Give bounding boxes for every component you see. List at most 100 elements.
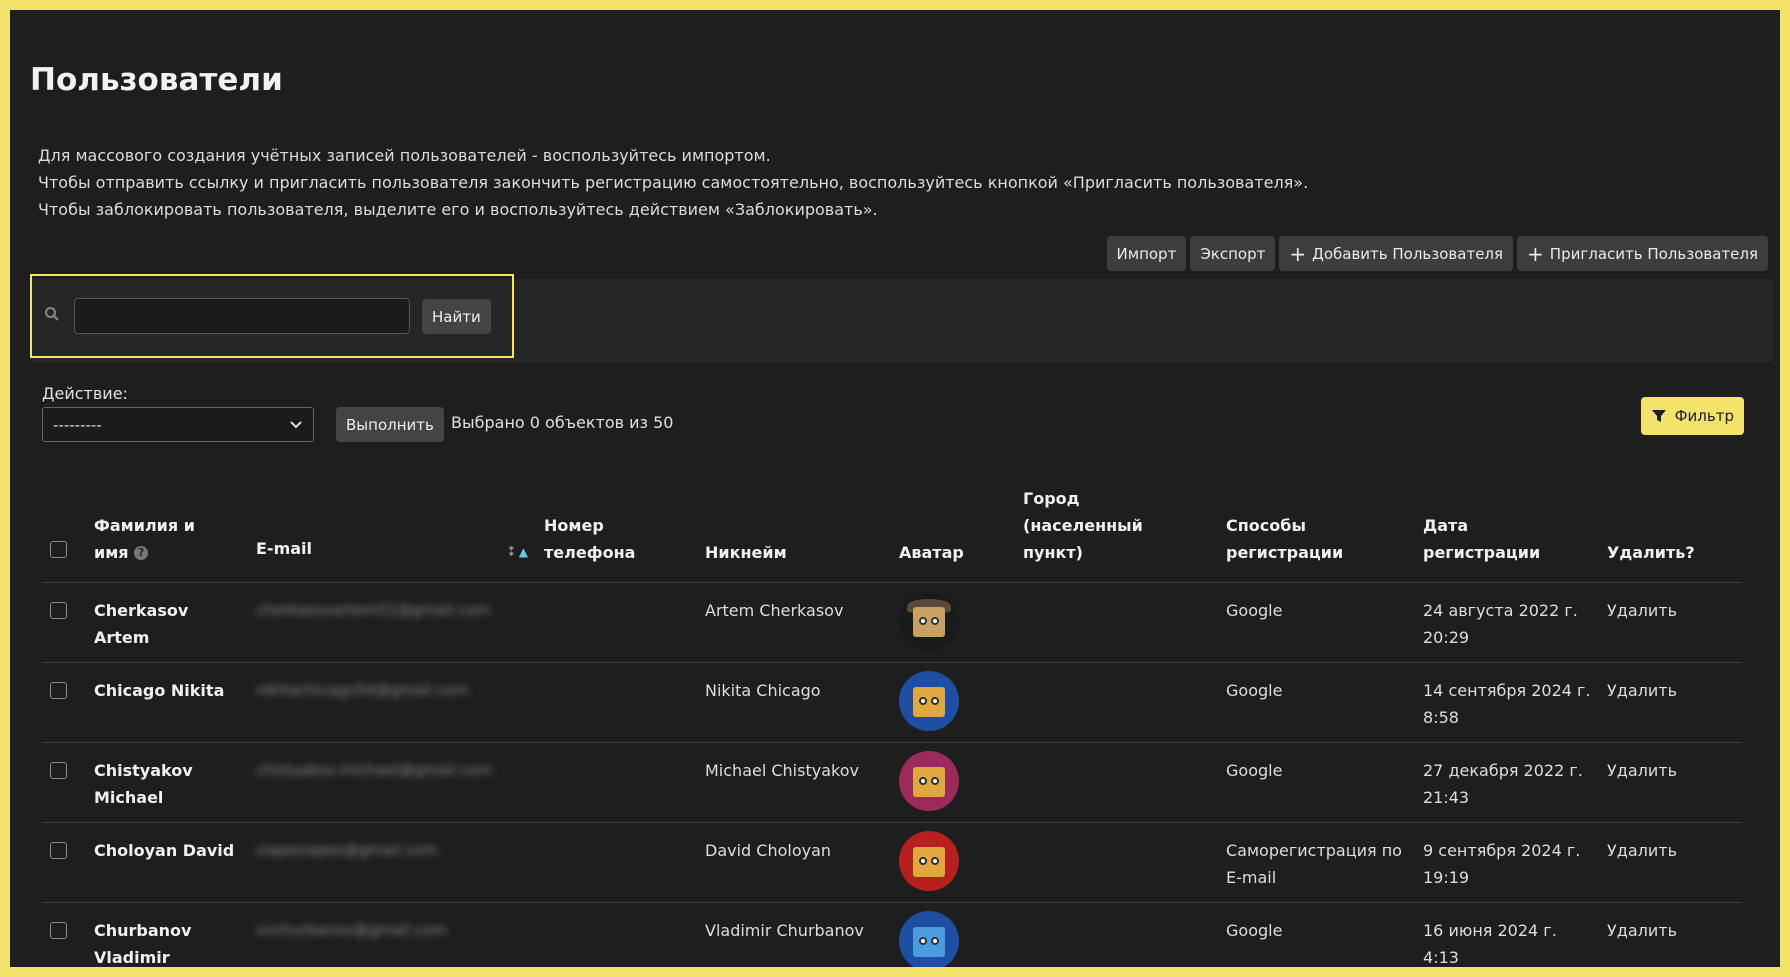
header-reg-date-line: Дата [1423,515,1469,535]
header-name-line: Фамилия и [94,515,195,535]
export-button[interactable]: Экспорт [1190,236,1276,271]
import-button[interactable]: Импорт [1106,236,1187,271]
help-icon[interactable]: ? [134,546,149,560]
chevron-down-icon [290,420,302,428]
run-action-button[interactable]: Выполнить [336,407,444,442]
header-reg-date[interactable]: Дата регистрации [1415,465,1599,583]
user-phone [536,662,697,743]
avatar-eye-icon [919,616,927,625]
user-reg-method: Google [1218,662,1415,743]
header-reg-methods[interactable]: Способы регистрации [1218,465,1415,583]
avatar [899,590,959,651]
users-table: Фамилия и имя ? E-mail ⁑ ▲ Номер телефона Н… [42,465,1742,967]
invite-user-button[interactable]: + Пригласить Пользователя [1517,236,1768,271]
table-row: Churbanov Vladimir vvchurbanov@gmail.com V… [42,902,1742,967]
app-window: Пользователи Для массового создания учёт… [10,10,1780,967]
header-city-line: (населенный [1023,515,1143,535]
delete-link[interactable]: Удалить [1599,902,1742,967]
header-phone-line: телефона [544,542,636,562]
search-box: Найти [30,274,514,358]
avatar-cell [891,582,1015,663]
header-phone-line: Номер [544,515,604,535]
user-nickname: Vladimir Churbanov [697,902,891,967]
avatar [899,670,959,731]
header-city-line: Город [1023,488,1080,508]
plus-icon: + [1289,241,1307,266]
user-city [1015,582,1218,663]
avatar-box-icon [913,606,945,637]
search-button[interactable]: Найти [422,299,491,334]
delete-link[interactable]: Удалить [1599,662,1742,743]
import-label: Импорт [1116,244,1177,263]
delete-link[interactable]: Удалить [1599,582,1742,663]
user-reg-date: 27 декабря 2022 г. 21:43 [1415,742,1599,823]
avatar-eye-icon [919,936,927,945]
avatar-eye-icon [931,776,939,785]
header-name-line: имя [94,542,129,562]
user-name[interactable]: Cherkasov Artem [86,582,248,663]
user-phone [536,822,697,903]
filter-label: Фильтр [1674,407,1734,425]
user-phone [536,902,697,967]
header-email[interactable]: E-mail ⁑ ▲ [248,465,536,583]
search-button-label: Найти [432,307,481,326]
delete-link[interactable]: Удалить [1599,742,1742,823]
export-label: Экспорт [1200,244,1266,263]
avatar-cell [891,902,1015,967]
header-nickname-label: Никнейм [705,542,787,562]
row-checkbox[interactable] [50,761,67,779]
action-label: Действие: [42,384,128,403]
avatar [899,750,959,811]
user-name[interactable]: Chicago Nikita [86,662,248,743]
avatar-eye-icon [931,616,939,625]
user-name[interactable]: Chistyakov Michael [86,742,248,823]
search-input[interactable] [74,298,410,334]
header-avatar[interactable]: Аватар [891,465,1015,583]
avatar [899,830,959,891]
header-avatar-label: Аватар [899,542,964,562]
header-select-all [42,465,86,583]
user-email: chistyakov.michael@gmail.com [248,742,536,823]
add-user-button[interactable]: + Добавить Пользователя [1279,236,1514,271]
user-nickname: David Choloyan [697,822,891,903]
avatar-cell [891,662,1015,743]
delete-link[interactable]: Удалить [1599,822,1742,903]
row-select-cell [42,742,86,823]
action-select-value: --------- [53,415,102,434]
row-select-cell [42,902,86,967]
user-name[interactable]: Choloyan David [86,822,248,903]
user-name[interactable]: Churbanov Vladimir [86,902,248,967]
header-delete: Удалить? [1599,465,1742,583]
user-reg-date: 24 августа 2022 г. 20:29 [1415,582,1599,663]
select-all-checkbox[interactable] [50,540,67,558]
header-city[interactable]: Город (населенный пункт) [1015,465,1218,583]
action-select[interactable]: --------- [42,407,314,442]
row-checkbox[interactable] [50,841,67,859]
header-phone[interactable]: Номер телефона [536,465,697,583]
user-reg-method: Google [1218,902,1415,967]
row-checkbox[interactable] [50,921,67,939]
header-email-label: E-mail [256,538,313,558]
avatar-eye-icon [931,936,939,945]
avatar-eye-icon [931,696,939,705]
help-line: Чтобы заблокировать пользователя, выдели… [38,200,878,219]
add-user-label: Добавить Пользователя [1312,244,1504,263]
row-checkbox[interactable] [50,681,67,699]
header-city-line: пункт) [1023,542,1083,562]
avatar-eye-icon [931,856,939,865]
user-email: cherkasovartem51@gmail.com [248,582,536,663]
avatar-box-icon [913,766,945,797]
header-nickname[interactable]: Никнейм [697,465,891,583]
avatar-eye-icon [919,696,927,705]
user-nickname: Michael Chistyakov [697,742,891,823]
user-phone [536,742,697,823]
row-checkbox[interactable] [50,601,67,619]
sort-icon[interactable]: ⁑ ▲ [508,539,528,566]
filter-button[interactable]: Фильтр [1640,397,1744,435]
page-title: Пользователи [30,62,283,98]
header-reg-date-line: регистрации [1423,542,1541,562]
header-name[interactable]: Фамилия и имя ? [86,465,248,583]
user-city [1015,662,1218,743]
avatar-cell [891,742,1015,823]
avatar-box-icon [913,926,945,957]
